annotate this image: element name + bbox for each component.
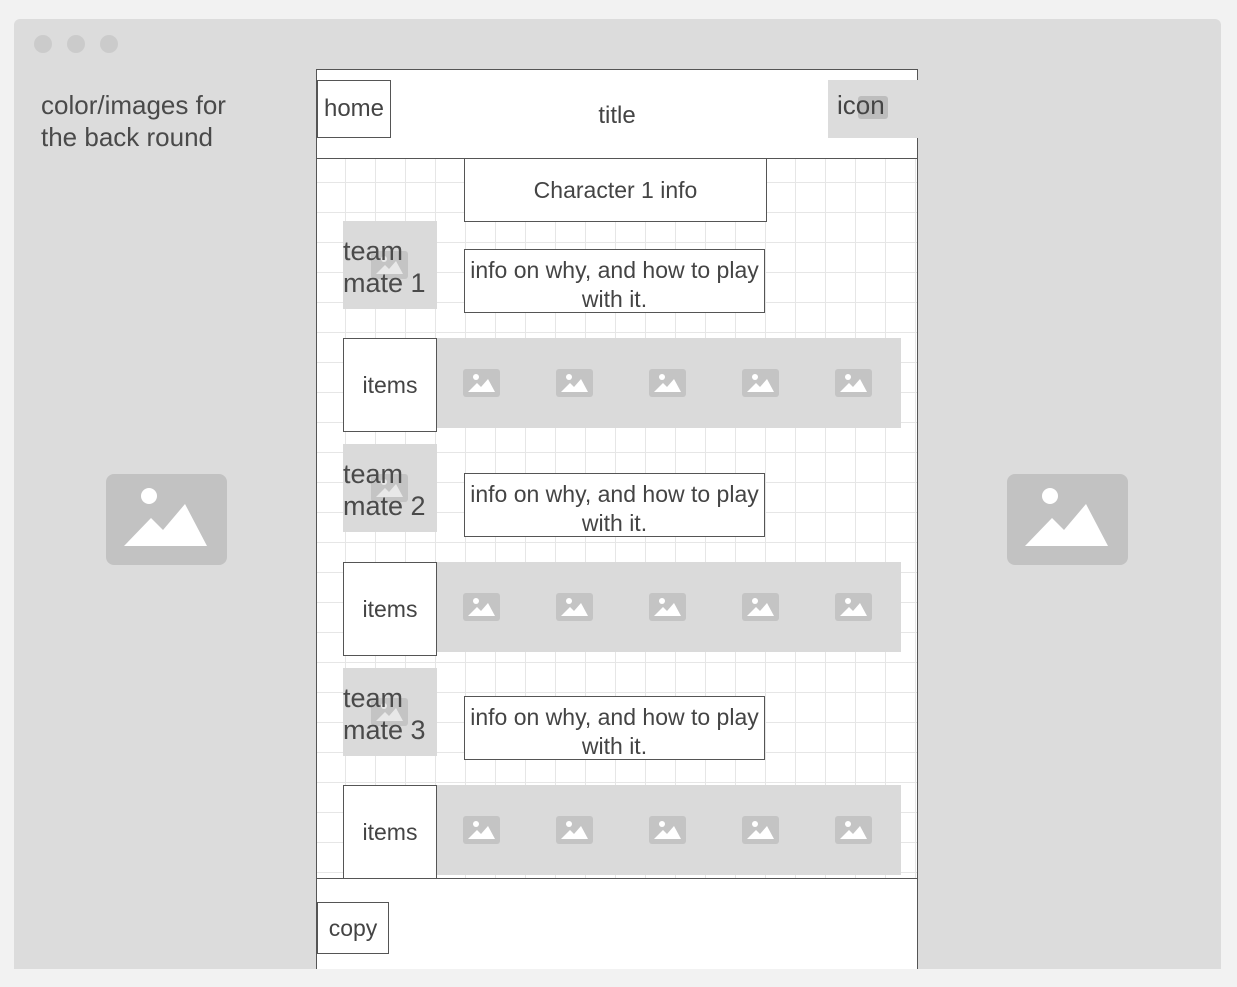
teammate-label: team mate 1: [343, 236, 426, 298]
image-icon[interactable]: [742, 369, 779, 397]
teammate-info: info on why, and how to play with it.: [464, 473, 765, 537]
image-icon[interactable]: [463, 369, 500, 397]
image-icon[interactable]: [556, 816, 593, 844]
items-row-1: items: [343, 338, 901, 432]
phone-mockup: home title icon Character 1 info team ma…: [316, 69, 918, 969]
items-strip: [437, 562, 901, 652]
teammate-1[interactable]: team mate 1: [343, 221, 437, 309]
teammate-label: team mate 2: [343, 459, 426, 521]
image-icon[interactable]: [835, 816, 872, 844]
header-icon[interactable]: icon: [828, 80, 918, 138]
page-header: home title icon: [316, 69, 918, 159]
teammate-info: info on why, and how to play with it.: [464, 249, 765, 313]
teammate-info: info on why, and how to play with it.: [464, 696, 765, 760]
items-strip: [437, 338, 901, 428]
window-dot-maximize[interactable]: [100, 35, 118, 53]
image-icon: [1007, 474, 1128, 565]
image-icon[interactable]: [835, 593, 872, 621]
image-icon[interactable]: [742, 816, 779, 844]
items-row-3: items: [343, 785, 901, 879]
teammate-2[interactable]: team mate 2: [343, 444, 437, 532]
window-dot-minimize[interactable]: [67, 35, 85, 53]
background-note: color/images for the back round: [41, 90, 226, 152]
items-row-2: items: [343, 562, 901, 656]
page-title: title: [598, 102, 636, 129]
teammate-3[interactable]: team mate 3: [343, 668, 437, 756]
image-icon[interactable]: [463, 816, 500, 844]
browser-window: color/images for the back round home tit…: [14, 19, 1221, 969]
character-info: Character 1 info: [464, 158, 767, 222]
teammate-label: team mate 3: [343, 683, 426, 745]
items-label: items: [343, 338, 437, 432]
image-icon[interactable]: [463, 593, 500, 621]
image-icon[interactable]: [649, 816, 686, 844]
image-icon[interactable]: [649, 593, 686, 621]
items-label: items: [343, 562, 437, 656]
image-icon[interactable]: [556, 369, 593, 397]
image-icon[interactable]: [649, 369, 686, 397]
image-icon[interactable]: [835, 369, 872, 397]
page-footer: copy: [316, 878, 918, 969]
copy-button[interactable]: copy: [317, 902, 389, 954]
items-strip: [437, 785, 901, 875]
items-label: items: [343, 785, 437, 879]
window-dot-close[interactable]: [34, 35, 52, 53]
icon-label: icon: [837, 90, 885, 120]
image-icon: [106, 474, 227, 565]
image-icon[interactable]: [556, 593, 593, 621]
image-icon[interactable]: [742, 593, 779, 621]
